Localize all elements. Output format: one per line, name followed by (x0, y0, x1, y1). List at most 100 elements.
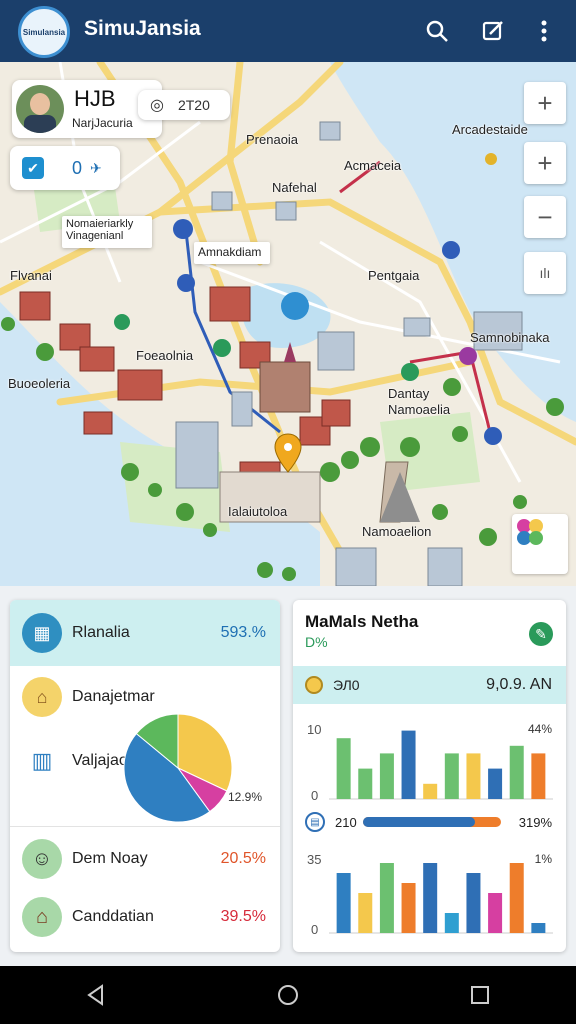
apps-icon (517, 519, 543, 545)
app-title: SimuJansia (84, 17, 201, 40)
bar (358, 893, 373, 933)
logo-text: Simulansia (22, 27, 66, 37)
list-item[interactable]: ☺ Dem Noay 20.5% (10, 834, 280, 884)
bar (401, 730, 416, 799)
chart1-ybottom: 0 (311, 788, 319, 803)
map-badge[interactable]: ◎ 2T20 (138, 90, 230, 120)
user-subtitle: NarjJacuria (72, 116, 133, 130)
building-icon: ⌂ (22, 677, 62, 717)
bar (509, 745, 524, 799)
metrics-band: ЭЛ0 9,0.9. AN (293, 666, 566, 704)
edit-icon[interactable] (478, 16, 508, 46)
map-label-box: Amnakdiam (194, 242, 270, 264)
map-label: Vinagenianl (66, 230, 124, 242)
stats-header-label: Rlanalia (72, 624, 130, 641)
bar (444, 753, 459, 799)
map-label: Flvanai (10, 268, 52, 283)
map-label: Namoaelion (362, 524, 432, 539)
system-nav-bar (0, 966, 576, 1024)
chart2-ybottom: 0 (311, 922, 319, 937)
map-label: Namoaelia (388, 402, 451, 417)
pie-chart (123, 713, 233, 823)
map-label: Nafehal (272, 180, 317, 195)
metrics-title: MaMals Netha (305, 612, 419, 631)
city-icon: ▥ (31, 748, 53, 773)
bar (423, 863, 438, 933)
pie-caption: 12.9% (228, 790, 263, 804)
progress-left: 210 (335, 814, 357, 830)
band-right: 9,0.9. AN (486, 676, 552, 693)
zoom-out-button[interactable]: − (524, 196, 566, 238)
bar (509, 863, 524, 933)
check-icon: ✔ (22, 157, 44, 179)
map-label: Acmaceia (344, 158, 402, 173)
progress-track (363, 817, 501, 827)
list-item-label: Danajetmar (72, 688, 155, 705)
bar (336, 738, 351, 799)
bar (379, 863, 394, 933)
clipboard-icon: ▤ (305, 812, 325, 832)
home-icon[interactable] (276, 983, 300, 1007)
map-label: Dantay (388, 386, 430, 401)
bar (531, 753, 546, 799)
house-icon: ⌂ (22, 897, 62, 937)
search-icon[interactable] (422, 16, 452, 46)
metrics-card: MaMals Netha D% ✎ ЭЛ0 9,0.9. AN 10 0 44%… (293, 600, 566, 952)
app-logo[interactable]: Simulansia (18, 6, 70, 58)
layers-button[interactable]: ılı (524, 252, 566, 294)
stats-header-value: 593.% (220, 624, 266, 641)
list-item-value: 39.5% (220, 908, 266, 925)
chart-icon: ▦ (22, 613, 62, 653)
recent-icon[interactable] (468, 983, 492, 1007)
bar (488, 893, 503, 933)
bar (358, 768, 373, 799)
band-left: ЭЛ0 (333, 677, 360, 693)
coin-icon (305, 676, 323, 694)
apps-button[interactable] (512, 514, 568, 574)
back-icon[interactable] (84, 983, 108, 1007)
bar (466, 873, 481, 933)
bar (444, 913, 459, 933)
app-bar: Simulansia SimuJansia (0, 0, 576, 62)
map-label: Buoeoleria (8, 376, 71, 391)
status-box[interactable]: ✔ 0 ✈ (10, 146, 120, 190)
map-label-box: Nomaieriarkly Vinagenianl (62, 216, 152, 248)
zoom-in-secondary-button[interactable]: + (524, 142, 566, 184)
chart2-ytop: 35 (307, 852, 322, 867)
bar (466, 753, 481, 799)
map-label: Arcadestaide (452, 122, 528, 137)
bar (423, 783, 438, 799)
bar-chart-1 (329, 730, 553, 800)
map-label: Samnobinaka (470, 330, 550, 345)
list-item[interactable]: ⌂ Canddatian 39.5% (10, 892, 280, 942)
bar (379, 753, 394, 799)
map-label: Pentgaia (368, 268, 420, 283)
progress-fill (363, 817, 475, 827)
edit-icon[interactable]: ✎ (529, 622, 553, 646)
list-item-label: Canddatian (72, 908, 154, 925)
map-label: Ialaiutoloa (228, 504, 288, 519)
stats-header[interactable]: ▦ Rlanalia 593.% (10, 600, 280, 666)
stats-card: ▦ Rlanalia 593.% ⌂ Danajetmar ▥ Valjajao… (10, 600, 280, 952)
more-vert-icon[interactable] (529, 16, 559, 46)
map-label: Prenaoia (246, 132, 299, 147)
map-label: Foeaolnia (136, 348, 194, 363)
list-item-label: Dem Noay (72, 850, 148, 867)
bar (336, 873, 351, 933)
user-avatar (16, 85, 64, 133)
bar-chart-2 (329, 863, 553, 934)
badge-value: 2T20 (177, 97, 210, 113)
progress-row: ▤ 210 319% (293, 810, 566, 834)
city-map[interactable]: HJB NarjJacuria ◎ 2T20 ✔ 0 ✈ Arcadestaid… (0, 62, 576, 586)
metrics-subtitle: D% (305, 634, 328, 650)
bar (531, 923, 546, 933)
person-icon: ☺ (22, 839, 62, 879)
gauge-icon: ◎ (150, 97, 164, 114)
user-name: HJB (74, 86, 116, 111)
list-item-value: 20.5% (220, 850, 266, 867)
progress-right: 319% (518, 814, 552, 830)
status-count: 0 (72, 157, 83, 178)
map-label: Nomaieriarkly (66, 218, 134, 230)
zoom-in-button[interactable]: + (524, 82, 566, 124)
transit-icon: ✈ (90, 159, 102, 176)
